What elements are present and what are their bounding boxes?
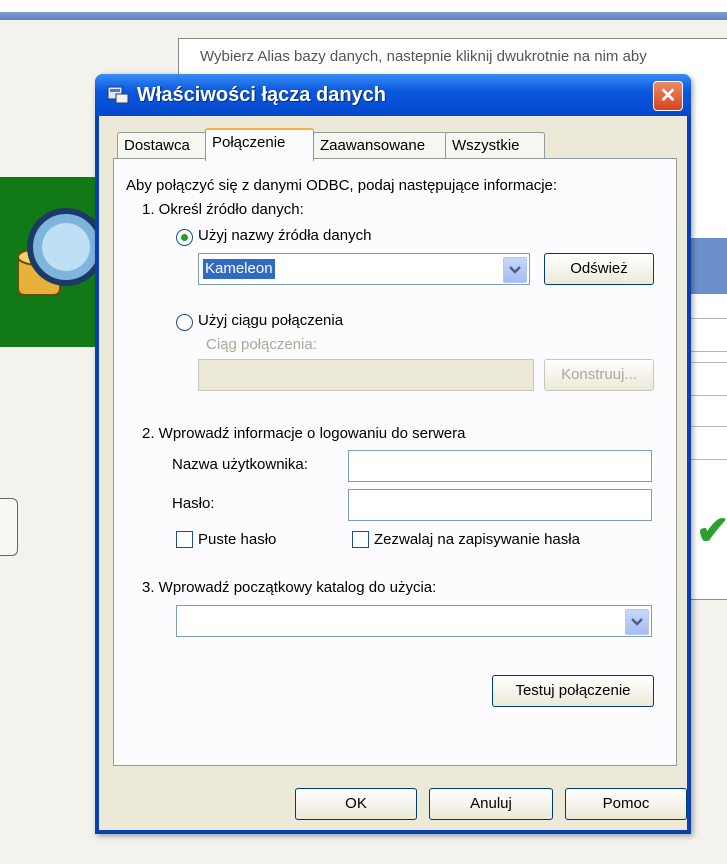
connection-string-input[interactable] (198, 359, 534, 391)
radio-use-dsn[interactable] (176, 229, 193, 246)
allow-saving-password-checkbox[interactable] (352, 531, 369, 548)
cancel-button[interactable]: Anuluj (429, 788, 553, 820)
data-link-icon (107, 86, 129, 104)
test-connection-button[interactable]: Testuj połączenie (492, 675, 654, 707)
help-button[interactable]: Pomoc (565, 788, 687, 820)
dialog-title-bar[interactable]: Właściwości łącza danych ✕ (95, 74, 691, 116)
connection-string-label: Ciąg połączenia: (206, 336, 317, 353)
tab-all[interactable]: Wszystkie (445, 132, 545, 159)
step1-label: 1. Określ źródło danych: (142, 201, 304, 218)
dsn-selected-value: Kameleon (203, 259, 275, 279)
password-input[interactable] (348, 489, 652, 521)
step3-label: 3. Wprowadź początkowy katalog do użycia… (142, 579, 437, 596)
data-link-properties-dialog: Właściwości łącza danych ✕ Dostawca Połą… (95, 74, 691, 834)
dialog-title: Właściwości łącza danych (137, 84, 386, 106)
build-button[interactable]: Konstruuj... (544, 359, 654, 391)
radio-use-connection-string-label[interactable]: Użyj ciągu połączenia (198, 312, 343, 329)
username-label: Nazwa użytkownika: (172, 456, 308, 473)
chevron-down-icon[interactable] (503, 257, 527, 283)
dsn-combobox[interactable]: Kameleon (198, 253, 530, 285)
dialog-client-area: Dostawca Połączenie Zaawansowane Wszystk… (99, 116, 687, 830)
username-input[interactable] (348, 450, 652, 482)
initial-catalog-combobox[interactable] (176, 605, 652, 637)
step2-label: 2. Wprowadź informacje o logowaniu do se… (142, 425, 466, 442)
blank-password-checkbox[interactable] (176, 531, 193, 548)
radio-use-connection-string[interactable] (176, 314, 193, 331)
radio-use-dsn-label[interactable]: Użyj nazwy źródła danych (198, 227, 371, 244)
password-label: Hasło: (172, 495, 215, 512)
connection-tab-panel: Aby połączyć się z danymi ODBC, podaj na… (113, 158, 677, 766)
tab-provider[interactable]: Dostawca (117, 132, 211, 159)
tab-advanced[interactable]: Zaawansowane (313, 132, 449, 159)
close-button[interactable]: ✕ (653, 81, 683, 111)
refresh-button[interactable]: Odśwież (544, 253, 654, 285)
allow-saving-password-label[interactable]: Zezwalaj na zapisywanie hasła (374, 531, 580, 548)
background-hint-text: Wybierz Alias bazy danych, nastepnie kli… (200, 48, 647, 65)
checkmark-icon: ✔ (696, 509, 727, 553)
background-title-bar (0, 12, 727, 20)
chevron-down-icon[interactable] (625, 609, 649, 635)
radio-selected-dot (181, 234, 188, 241)
background-button (0, 498, 18, 556)
intro-text: Aby połączyć się z danymi ODBC, podaj na… (126, 177, 558, 194)
tab-connection[interactable]: Połączenie (205, 128, 314, 161)
ok-button[interactable]: OK (295, 788, 417, 820)
blank-password-label[interactable]: Puste hasło (198, 531, 276, 548)
